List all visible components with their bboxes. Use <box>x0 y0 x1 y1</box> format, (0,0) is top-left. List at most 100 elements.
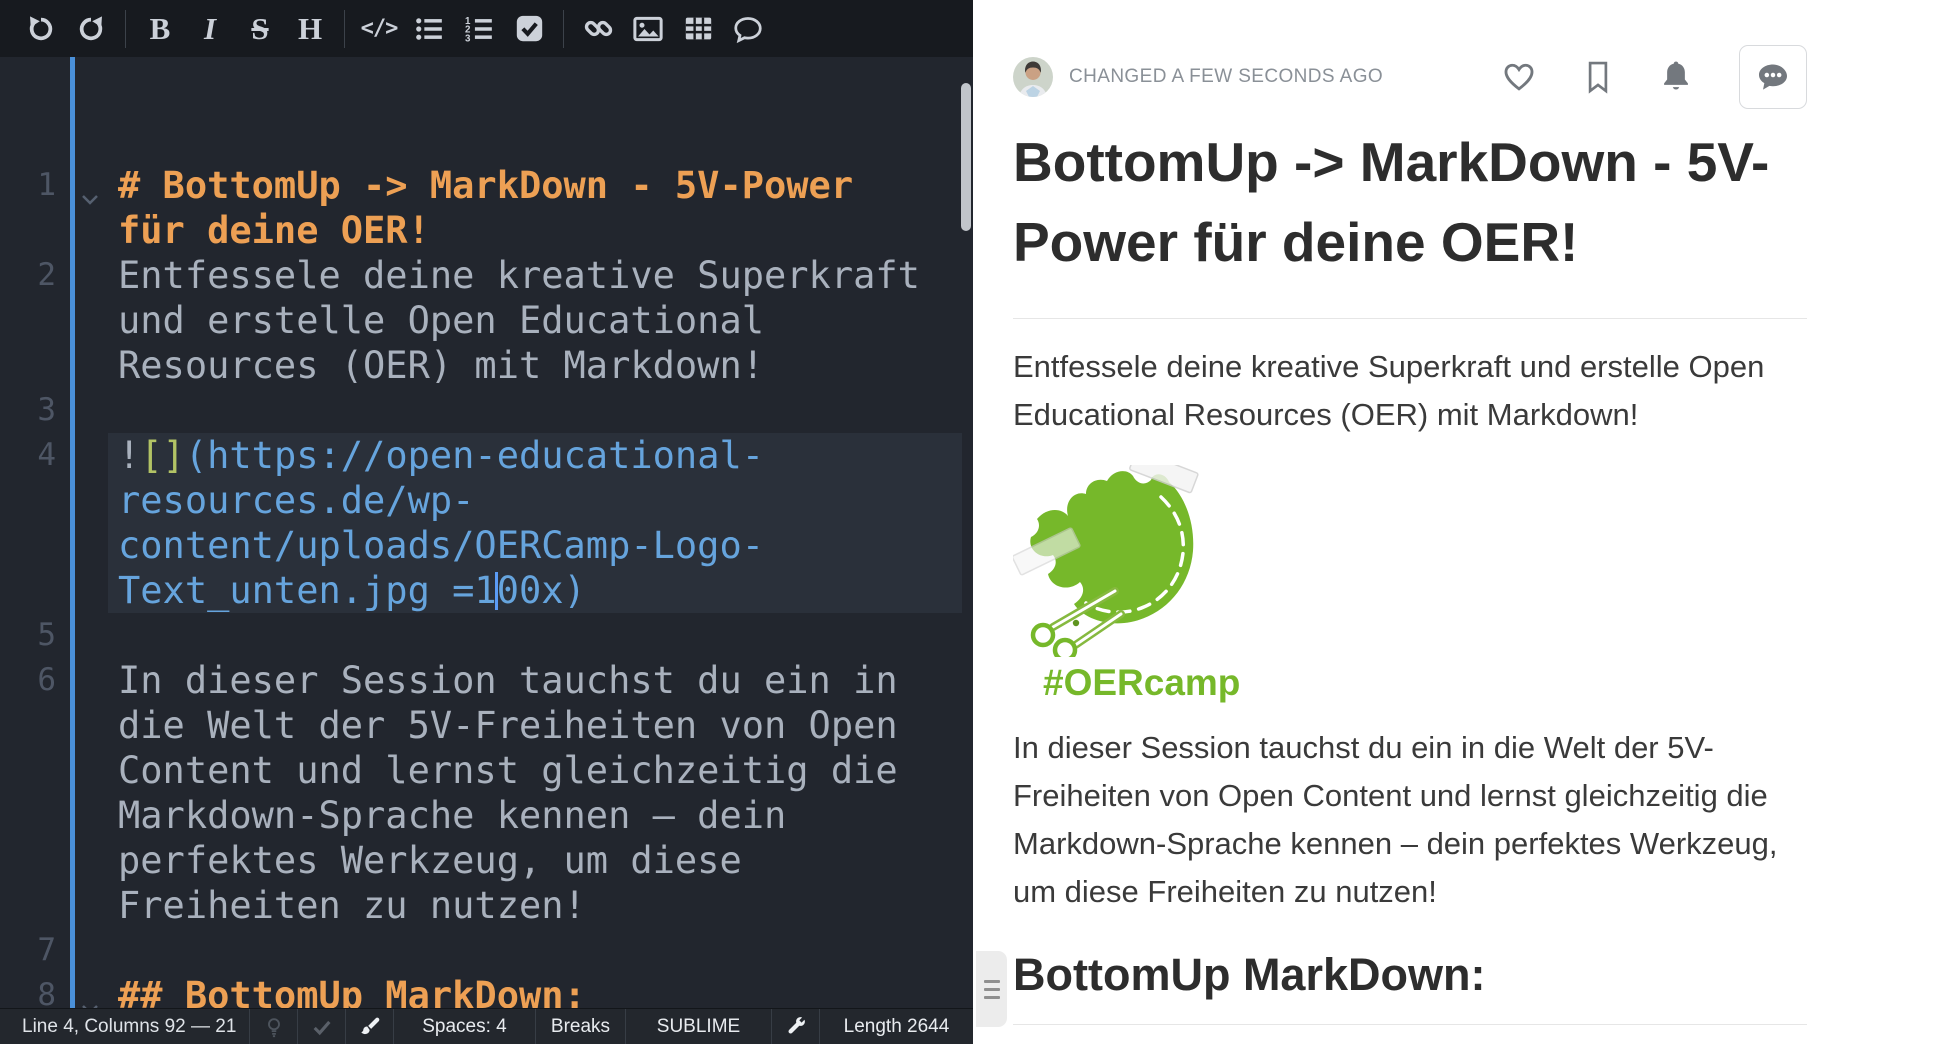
code-token: für deine OER! <box>118 209 430 252</box>
code-token: und erstelle Open Educational <box>118 299 764 342</box>
heart-icon[interactable] <box>1501 60 1537 94</box>
code-row[interactable]: Markdown-Sprache kennen – dein <box>118 793 962 838</box>
code-row[interactable]: für deine OER! <box>118 208 962 253</box>
wrench-icon[interactable] <box>772 1009 820 1044</box>
code-line[interactable]: 2Entfessele deine kreative Superkraftund… <box>118 253 962 388</box>
code-row[interactable]: Resources (OER) mit Markdown! <box>118 343 962 388</box>
code-editor[interactable]: 1 # BottomUp -> MarkDown - 5V-Powerfür de… <box>0 57 973 1008</box>
status-bar: Line 4, Columns 92 — 21 Spaces: 4 Breaks… <box>0 1008 973 1044</box>
code-line[interactable]: 4![](https://open-educational-resources.… <box>118 433 962 613</box>
code-row[interactable]: Freiheiten zu nutzen! <box>118 883 962 928</box>
line-number: 2 <box>0 253 56 298</box>
toc-toggle-handle[interactable] <box>976 951 1007 1027</box>
code-row[interactable]: In dieser Session tauchst du ein in <box>118 658 962 703</box>
header-icons <box>1501 45 1807 109</box>
fold-chevron-icon[interactable] <box>79 983 101 1008</box>
code-row[interactable]: ​ <box>118 388 962 433</box>
code-row[interactable]: die Welt der 5V-Freiheiten von Open <box>118 703 962 748</box>
heading-icon[interactable]: H <box>285 6 335 52</box>
code-token: die Welt der 5V-Freiheiten von Open <box>118 704 898 747</box>
document-header: CHANGED A FEW SECONDS AGO <box>1013 43 1807 110</box>
spaces-status[interactable]: Spaces: 4 <box>394 1009 536 1044</box>
line-number: 3 <box>0 388 56 433</box>
oercamp-logo-text: #OERcamp <box>1043 662 1807 704</box>
length-status: Length 2644 <box>820 1009 973 1044</box>
code-token: perfektes Werkzeug, um diese <box>118 839 742 882</box>
code-token: # BottomUp -> MarkDown - 5V-Power <box>118 164 853 207</box>
table-icon[interactable] <box>673 6 723 52</box>
code-token: ## BottomUp MarkDown: <box>118 974 586 1008</box>
app-window: B I S H </> 123 <box>0 0 1938 1044</box>
code-lines: 1# BottomUp -> MarkDown - 5V-Powerfür de… <box>118 163 962 1008</box>
undo-icon[interactable] <box>16 6 66 52</box>
bell-icon[interactable] <box>1659 59 1693 95</box>
title-divider <box>1013 318 1807 319</box>
bookmark-icon[interactable] <box>1583 60 1613 94</box>
bold-icon[interactable]: B <box>135 6 185 52</box>
last-changed-text: CHANGED A FEW SECONDS AGO <box>1069 66 1383 88</box>
line-number: 7 <box>0 928 56 973</box>
code-token: resources.de/wp- <box>118 479 474 522</box>
comment-icon[interactable] <box>723 6 773 52</box>
editor-toolbar: B I S H </> 123 <box>0 0 973 57</box>
fold-chevron-icon[interactable] <box>79 173 101 218</box>
code-row[interactable]: ​ <box>118 613 962 658</box>
task-checkbox-icon[interactable] <box>504 6 554 52</box>
code-token: Resources (OER) mit Markdown! <box>118 344 764 387</box>
line-number: 5 <box>0 613 56 658</box>
code-token: (https://open-educational- <box>185 434 764 477</box>
code-row[interactable]: resources.de/wp- <box>118 478 962 523</box>
toolbar-divider <box>344 10 345 48</box>
section-heading: BottomUp MarkDown: <box>1013 946 1807 1004</box>
link-icon[interactable] <box>573 6 623 52</box>
check-icon[interactable] <box>298 1009 346 1044</box>
preview-pane: CHANGED A FEW SECONDS AGO <box>973 0 1938 1044</box>
code-token: Markdown-Sprache kennen – dein <box>118 794 786 837</box>
code-token: In dieser Session tauchst du ein in <box>118 659 898 702</box>
code-row[interactable]: ## BottomUp MarkDown: <box>118 973 962 1008</box>
hamburger-icon <box>984 996 1000 999</box>
theme-brush-icon[interactable] <box>346 1009 394 1044</box>
code-line[interactable]: 6In dieser Session tauchst du ein indie … <box>118 658 962 928</box>
toolbar-divider <box>563 10 564 48</box>
code-row[interactable]: Text_unten.jpg =100x) <box>118 568 962 613</box>
session-paragraph: In dieser Session tauchst du ein in die … <box>1013 724 1807 916</box>
oercamp-logo-image: #OERcamp <box>1013 465 1807 704</box>
unordered-list-icon[interactable] <box>404 6 454 52</box>
code-row[interactable]: content/uploads/OERCamp-Logo- <box>118 523 962 568</box>
code-token: Text_unten.jpg =1 <box>118 569 497 612</box>
line-number: 8 <box>0 973 56 1008</box>
code-token: Freiheiten zu nutzen! <box>118 884 586 927</box>
strikethrough-icon[interactable]: S <box>235 6 285 52</box>
code-row[interactable]: perfektes Werkzeug, um diese <box>118 838 962 883</box>
breaks-status[interactable]: Breaks <box>536 1009 626 1044</box>
code-row[interactable]: ​ <box>118 928 962 973</box>
code-line[interactable]: 1# BottomUp -> MarkDown - 5V-Powerfür de… <box>118 163 962 253</box>
code-line[interactable]: 7​ <box>118 928 962 973</box>
keymap-status[interactable]: SUBLIME <box>626 1009 772 1044</box>
code-icon[interactable]: </> <box>354 6 404 52</box>
comments-button[interactable] <box>1739 45 1807 109</box>
code-token: [] <box>140 434 185 477</box>
editor-pane: B I S H </> 123 <box>0 0 973 1044</box>
code-row[interactable]: # BottomUp -> MarkDown - 5V-Power <box>118 163 962 208</box>
author-avatar[interactable] <box>1013 57 1053 97</box>
oercamp-flame-graphic <box>1013 465 1213 657</box>
code-row[interactable]: und erstelle Open Educational <box>118 298 962 343</box>
line-number: 1 <box>0 163 56 208</box>
lightbulb-icon[interactable] <box>250 1009 298 1044</box>
code-line[interactable]: 8## BottomUp MarkDown: <box>118 973 962 1008</box>
ordered-list-icon[interactable]: 123 <box>454 6 504 52</box>
code-row[interactable]: Content und lernst gleichzeitig die <box>118 748 962 793</box>
code-row[interactable]: ![](https://open-educational- <box>118 433 962 478</box>
code-token: 00x) <box>497 569 586 612</box>
code-line[interactable]: 5​ <box>118 613 962 658</box>
cursor-position-status: Line 4, Columns 92 — 21 <box>0 1009 250 1044</box>
svg-text:3: 3 <box>465 33 471 42</box>
image-icon[interactable] <box>623 6 673 52</box>
code-row[interactable]: Entfessele deine kreative Superkraft <box>118 253 962 298</box>
code-line[interactable]: 3​ <box>118 388 962 433</box>
redo-icon[interactable] <box>66 6 116 52</box>
italic-icon[interactable]: I <box>185 6 235 52</box>
editor-scrollbar[interactable] <box>961 83 971 231</box>
